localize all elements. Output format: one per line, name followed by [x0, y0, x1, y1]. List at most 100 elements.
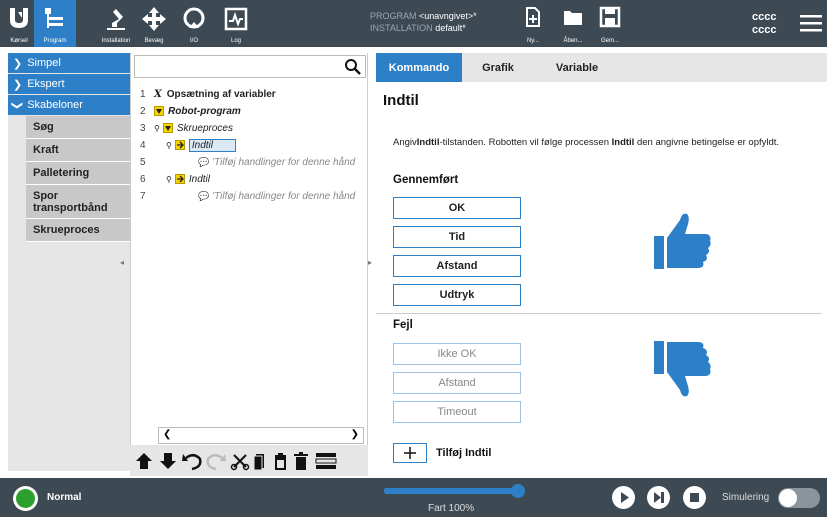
tab-command[interactable]: Kommando — [376, 53, 462, 82]
line-number: 1 — [140, 88, 146, 100]
collapse-left-handle[interactable]: ◂ — [120, 258, 130, 270]
new-button[interactable]: Ny... — [520, 0, 546, 47]
tab-graphics[interactable]: Grafik — [462, 53, 534, 82]
paste-icon[interactable] — [275, 453, 286, 470]
tree-node-comment-2[interactable]: 7 💬 'Tilføj handlinger for denne hånd — [140, 188, 355, 204]
collapse-middle-handle[interactable]: ▸ — [368, 258, 376, 270]
completed-distance-button[interactable]: Afstand — [393, 255, 521, 277]
play-icon — [621, 492, 629, 503]
tab-move-label: Bevæg — [144, 38, 164, 44]
node-description: AngivIndtil-tilstanden. Robotten vil føl… — [393, 137, 818, 149]
log-icon — [224, 7, 248, 31]
desc-bold-1: Indtil — [416, 137, 440, 148]
power-status-button[interactable] — [13, 486, 38, 511]
tree-node-until-1[interactable]: 4 ⚲ Indtil — [140, 137, 236, 153]
tree-node-screw-process[interactable]: 3 ⚲ Skrueproces — [140, 120, 233, 136]
program-info: PROGRAM <unavngivet>* INSTALLATION defau… — [370, 10, 477, 34]
error-distance-button[interactable]: Afstand — [393, 372, 521, 394]
step-button[interactable] — [647, 486, 670, 509]
side-menu: ❯ Simpel ❯ Ekspert ❯ Skabeloner Søg Kraf… — [8, 53, 130, 471]
io-icon — [183, 7, 205, 29]
scroll-left-icon[interactable]: ❮ — [163, 429, 171, 440]
tab-log[interactable]: Log — [220, 0, 252, 47]
new-file-icon — [526, 7, 540, 27]
section-templates[interactable]: ❯ Skabeloner — [8, 95, 130, 115]
sidemenu-item-force[interactable]: Kraft — [26, 139, 130, 162]
tree-node-until-2[interactable]: 6 ⚲ Indtil — [140, 171, 210, 187]
error-timeout-button[interactable]: Timeout — [393, 401, 521, 423]
sidemenu-item-conveyor-tracking[interactable]: Spor transportbånd — [26, 185, 130, 219]
delete-icon[interactable] — [294, 452, 308, 470]
tab-log-label: Log — [230, 38, 241, 44]
new-button-label: Ny... — [527, 38, 539, 44]
thumbs-down-icon — [654, 341, 711, 397]
tab-program[interactable]: Program — [34, 0, 76, 47]
variable-x-icon: X — [154, 88, 162, 100]
tree-node-robot-program[interactable]: 2 Robot-program — [140, 103, 241, 119]
line-number: 7 — [140, 190, 146, 202]
hamburger-menu-button[interactable] — [800, 13, 822, 33]
tab-variables[interactable]: Variable — [534, 53, 620, 82]
desc-text-2: -tilstanden. Robotten vil følge processe… — [439, 137, 612, 148]
user-info: cccc cccc — [752, 11, 776, 37]
tab-installation[interactable]: Installation — [94, 0, 138, 47]
sidemenu-item-search[interactable]: Søg — [26, 116, 130, 139]
comment-bubble-icon: 💬 — [198, 156, 210, 167]
tree-node-variables-setup[interactable]: 1 X Opsætning af variabler — [140, 86, 276, 102]
chevron-right-icon: ❯ — [13, 57, 23, 70]
page-title: Indtil — [383, 92, 419, 109]
tab-run[interactable]: Kørsel — [5, 0, 33, 47]
speed-slider-knob[interactable] — [511, 484, 525, 498]
completed-heading: Gennemført — [393, 174, 459, 186]
completed-time-button[interactable]: Tid — [393, 226, 521, 248]
tab-io[interactable]: I/O — [178, 0, 210, 47]
move-down-icon[interactable] — [160, 453, 176, 469]
tab-move[interactable]: Bevæg — [138, 0, 170, 47]
tree-horizontal-scrollbar[interactable]: ❮ ❯ — [158, 427, 364, 444]
completed-ok-button[interactable]: OK — [393, 197, 521, 219]
stop-button[interactable] — [683, 486, 706, 509]
save-button-label: Gem... — [600, 38, 619, 44]
until-arrow-icon — [174, 140, 185, 150]
error-heading: Fejl — [393, 319, 413, 331]
search-button[interactable] — [344, 58, 362, 76]
section-simple[interactable]: ❯ Simpel — [8, 53, 130, 73]
redo-icon[interactable] — [206, 454, 226, 471]
simulation-toggle[interactable] — [778, 488, 820, 508]
play-button[interactable] — [612, 486, 635, 509]
sidemenu-item-screwing[interactable]: Skrueproces — [26, 219, 130, 242]
pin-icon: ⚲ — [166, 174, 172, 184]
speed-label: Fart 100% — [428, 503, 475, 514]
tree-node-comment-1[interactable]: 5 💬 'Tilføj handlinger for denne hånd — [140, 154, 355, 170]
move-up-icon[interactable] — [136, 453, 152, 469]
desc-text-1: Angiv — [393, 137, 417, 148]
ur-logo-icon — [10, 8, 28, 28]
copy-icon[interactable] — [253, 454, 264, 471]
expand-marker-icon — [154, 106, 164, 116]
tree-search-input[interactable] — [134, 55, 366, 78]
scroll-right-icon[interactable]: ❯ — [351, 429, 359, 440]
error-not-ok-button[interactable]: Ikke OK — [393, 343, 521, 365]
section-expert[interactable]: ❯ Ekspert — [8, 74, 130, 94]
save-button[interactable]: Gem... — [596, 0, 624, 47]
suppress-icon[interactable] — [315, 453, 337, 469]
tab-graphics-label: Grafik — [482, 61, 514, 74]
tree-node-label: 'Tilføj handlinger for denne hånd — [212, 190, 356, 202]
speed-slider[interactable] — [384, 484, 525, 498]
completed-expression-button[interactable]: Udtryk — [393, 284, 521, 306]
section-templates-label: Skabeloner — [27, 99, 83, 111]
simulation-label: Simulering — [722, 492, 770, 503]
sidemenu-item-palletizing[interactable]: Palletering — [26, 162, 130, 185]
chevron-down-icon: ❯ — [11, 100, 24, 110]
undo-icon[interactable] — [182, 454, 202, 471]
move-arrows-icon — [142, 7, 166, 31]
add-until-label: Tilføj Indtil — [436, 447, 492, 459]
add-until-button[interactable] — [393, 443, 427, 463]
top-bar: Kørsel Program Installation Bevæg I/O Lo… — [0, 0, 827, 47]
tree-node-label: 'Tilføj handlinger for denne hånd — [212, 156, 356, 168]
sidemenu-item-label: Søg — [33, 121, 54, 133]
cut-icon[interactable] — [230, 454, 250, 471]
until-arrow-icon — [174, 174, 185, 184]
open-folder-icon — [564, 11, 582, 25]
open-button[interactable]: Åben... — [558, 0, 588, 47]
